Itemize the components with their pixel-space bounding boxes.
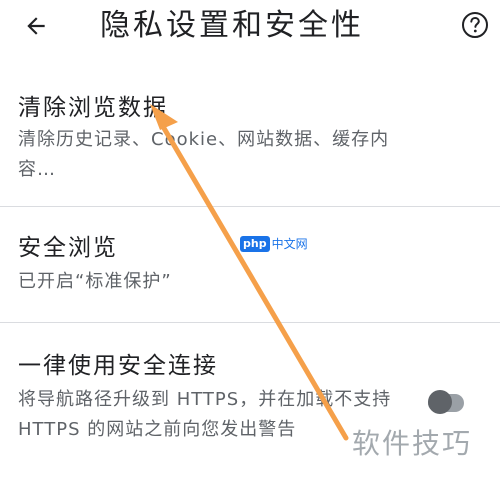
back-button[interactable] (16, 6, 56, 46)
help-button[interactable] (460, 10, 490, 40)
corner-watermark: 软件技巧 (352, 427, 473, 460)
item-title: 一律使用安全连接 (18, 353, 218, 379)
settings-item-safe-browsing[interactable]: 安全浏览 已开启“标准保护” (0, 207, 500, 322)
secure-connections-toggle[interactable] (428, 390, 464, 414)
item-title: 清除浏览数据 (18, 95, 168, 121)
item-title: 安全浏览 (18, 235, 118, 261)
settings-item-clear-browsing-data[interactable]: 清除浏览数据 清除历史记录、Cookie、网站数据、缓存内容… (0, 85, 500, 205)
help-circle-icon (462, 12, 488, 38)
page-title: 隐私设置和安全性 (100, 8, 364, 43)
toggle-knob (428, 390, 452, 414)
item-description: 已开启“标准保护” (18, 271, 172, 292)
php-watermark-text: 中文网 (271, 237, 308, 251)
item-description: 清除历史记录、Cookie、网站数据、缓存内容… (18, 129, 390, 180)
item-description: 将导航路径升级到 HTTPS，并在加载不支持 HTTPS 的网站之前向您发出警告 (18, 389, 392, 440)
php-watermark-badge: php (240, 236, 270, 252)
php-watermark: php 中文网 (240, 233, 326, 255)
app-bar: 隐私设置和安全性 (0, 0, 500, 55)
arrow-left-icon (27, 17, 45, 35)
